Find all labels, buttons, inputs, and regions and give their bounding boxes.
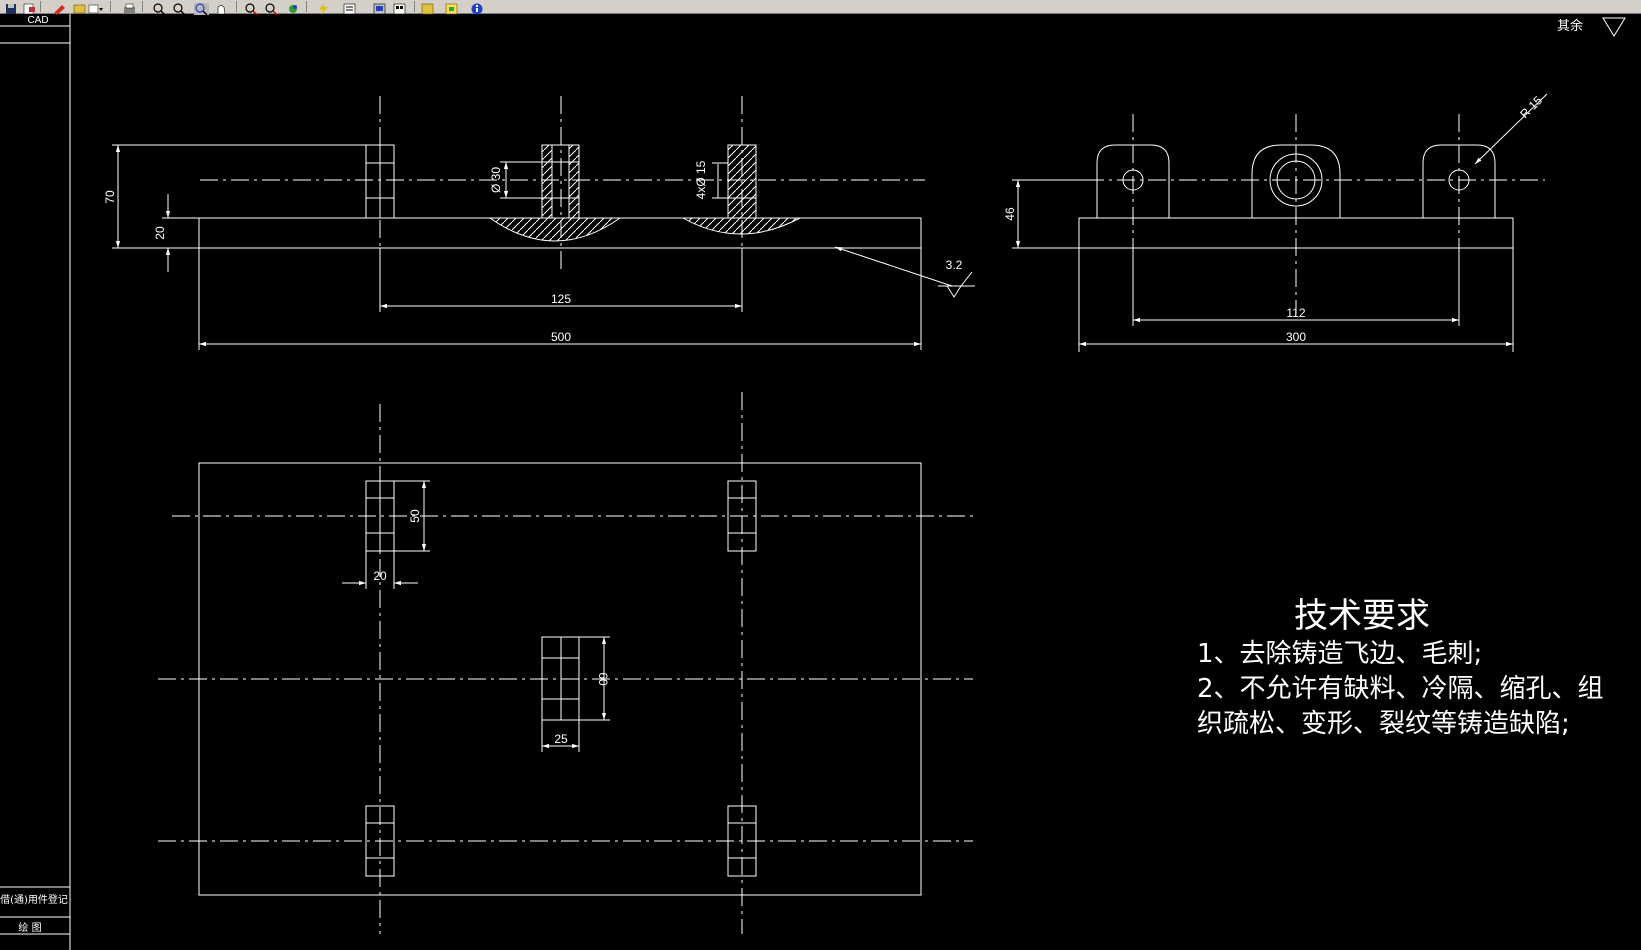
tech-requirement-3: 织疏松、变形、裂纹等铸造缺陷; [1197,709,1570,739]
top-view [158,392,973,934]
side-view-dimensions [1012,179,1514,352]
register-label: 借(通)用件登记 [0,893,68,906]
zoom-realtime-icon[interactable] [152,0,167,16]
design-center-icon[interactable] [372,0,387,15]
roughness-value: 3.2 [946,258,963,272]
pan-icon[interactable] [214,0,229,15]
dim-lug-height: 50 [408,509,422,523]
dropdown-icon[interactable] [88,0,103,14]
toolbar [0,0,1641,16]
dim-length: 500 [551,330,571,344]
surface-finish-symbol [1602,17,1626,37]
zoom-in-icon[interactable] [244,0,259,16]
calc-icon[interactable] [420,0,435,15]
dim-base-height: 20 [153,226,167,240]
export-icon[interactable] [22,0,37,15]
dim-height-total: 70 [103,190,117,204]
tech-requirement-2: 2、不允许有缺料、冷隔、缩孔、组 [1197,674,1604,704]
draw-label: 绘 图 [18,921,41,934]
top-view-dimensions [342,480,610,752]
title-block [0,14,71,950]
help-icon[interactable] [470,0,485,15]
sidebar-title: CAD [27,15,48,26]
properties-icon[interactable] [342,0,357,15]
drawing-canvas[interactable]: CAD 借(通)用件登记 绘 图 其余 70 20 Ø 30 4xØ 15 12… [0,14,1641,950]
print-icon[interactable] [122,0,137,13]
markup-icon[interactable] [444,0,459,15]
zoom-previous-icon[interactable] [172,0,187,16]
layers-icon[interactable] [72,0,87,14]
dim-side-spacing: 112 [1286,306,1305,320]
dim-lug-width: 20 [373,569,387,583]
side-view [1055,93,1548,314]
tool-icon[interactable] [52,0,67,15]
dim-radius: R 15 [1517,93,1545,121]
tech-requirement-1: 1、去除铸造飞边、毛刺; [1197,639,1482,669]
surface-finish-note: 其余 [1557,18,1583,34]
zoom-out-icon[interactable] [264,0,279,16]
dim-spacing-front: 125 [551,292,571,306]
dim-mid-width: 25 [554,732,568,746]
dim-hole-center: Ø 30 [489,167,503,193]
save-icon[interactable] [4,0,19,14]
dim-holes: 4xØ 15 [694,160,708,199]
dim-mid-height: 60 [596,672,610,686]
dim-side-height: 46 [1003,207,1017,221]
orbit-icon[interactable] [286,0,301,13]
zoom-window-icon[interactable] [194,0,209,16]
lightning-icon[interactable] [316,0,331,15]
dim-width: 300 [1286,330,1306,344]
front-view [198,96,975,298]
tool-palette-icon[interactable] [392,0,407,15]
tech-requirements-title: 技术要求 [1294,596,1430,636]
